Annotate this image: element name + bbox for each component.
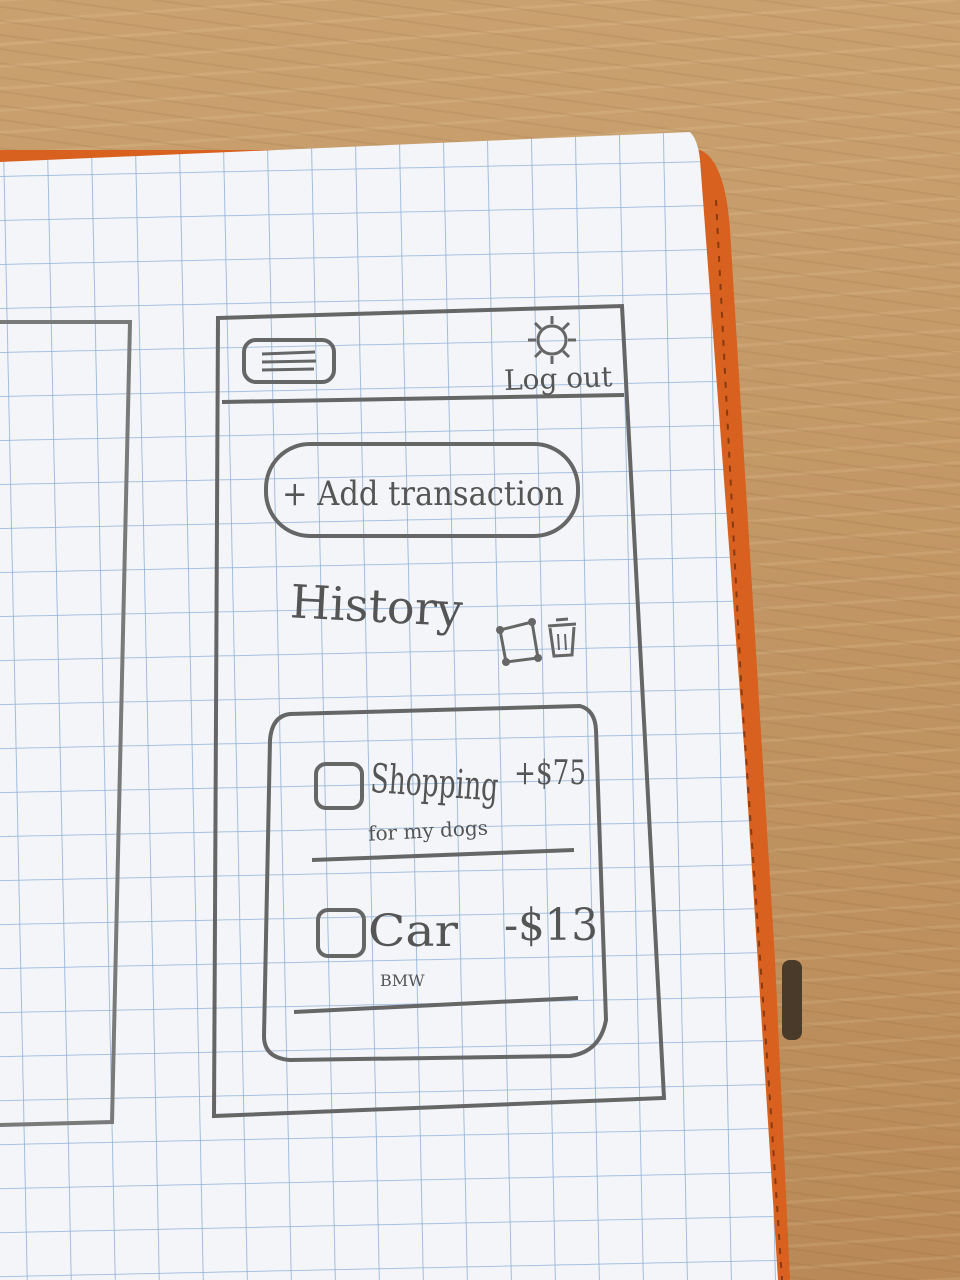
transaction-amount: +$75 [514, 753, 586, 793]
transaction-amount: -$13 [504, 900, 598, 951]
add-transaction-label: + Add transaction [282, 474, 564, 514]
logout-button[interactable]: Log out [503, 360, 613, 397]
transaction-title: Car [368, 906, 459, 957]
history-title: History [289, 574, 464, 637]
elastic-band [782, 960, 802, 1040]
transaction-subtitle: BMW [380, 971, 425, 990]
transaction-title: Shopping [369, 756, 500, 811]
